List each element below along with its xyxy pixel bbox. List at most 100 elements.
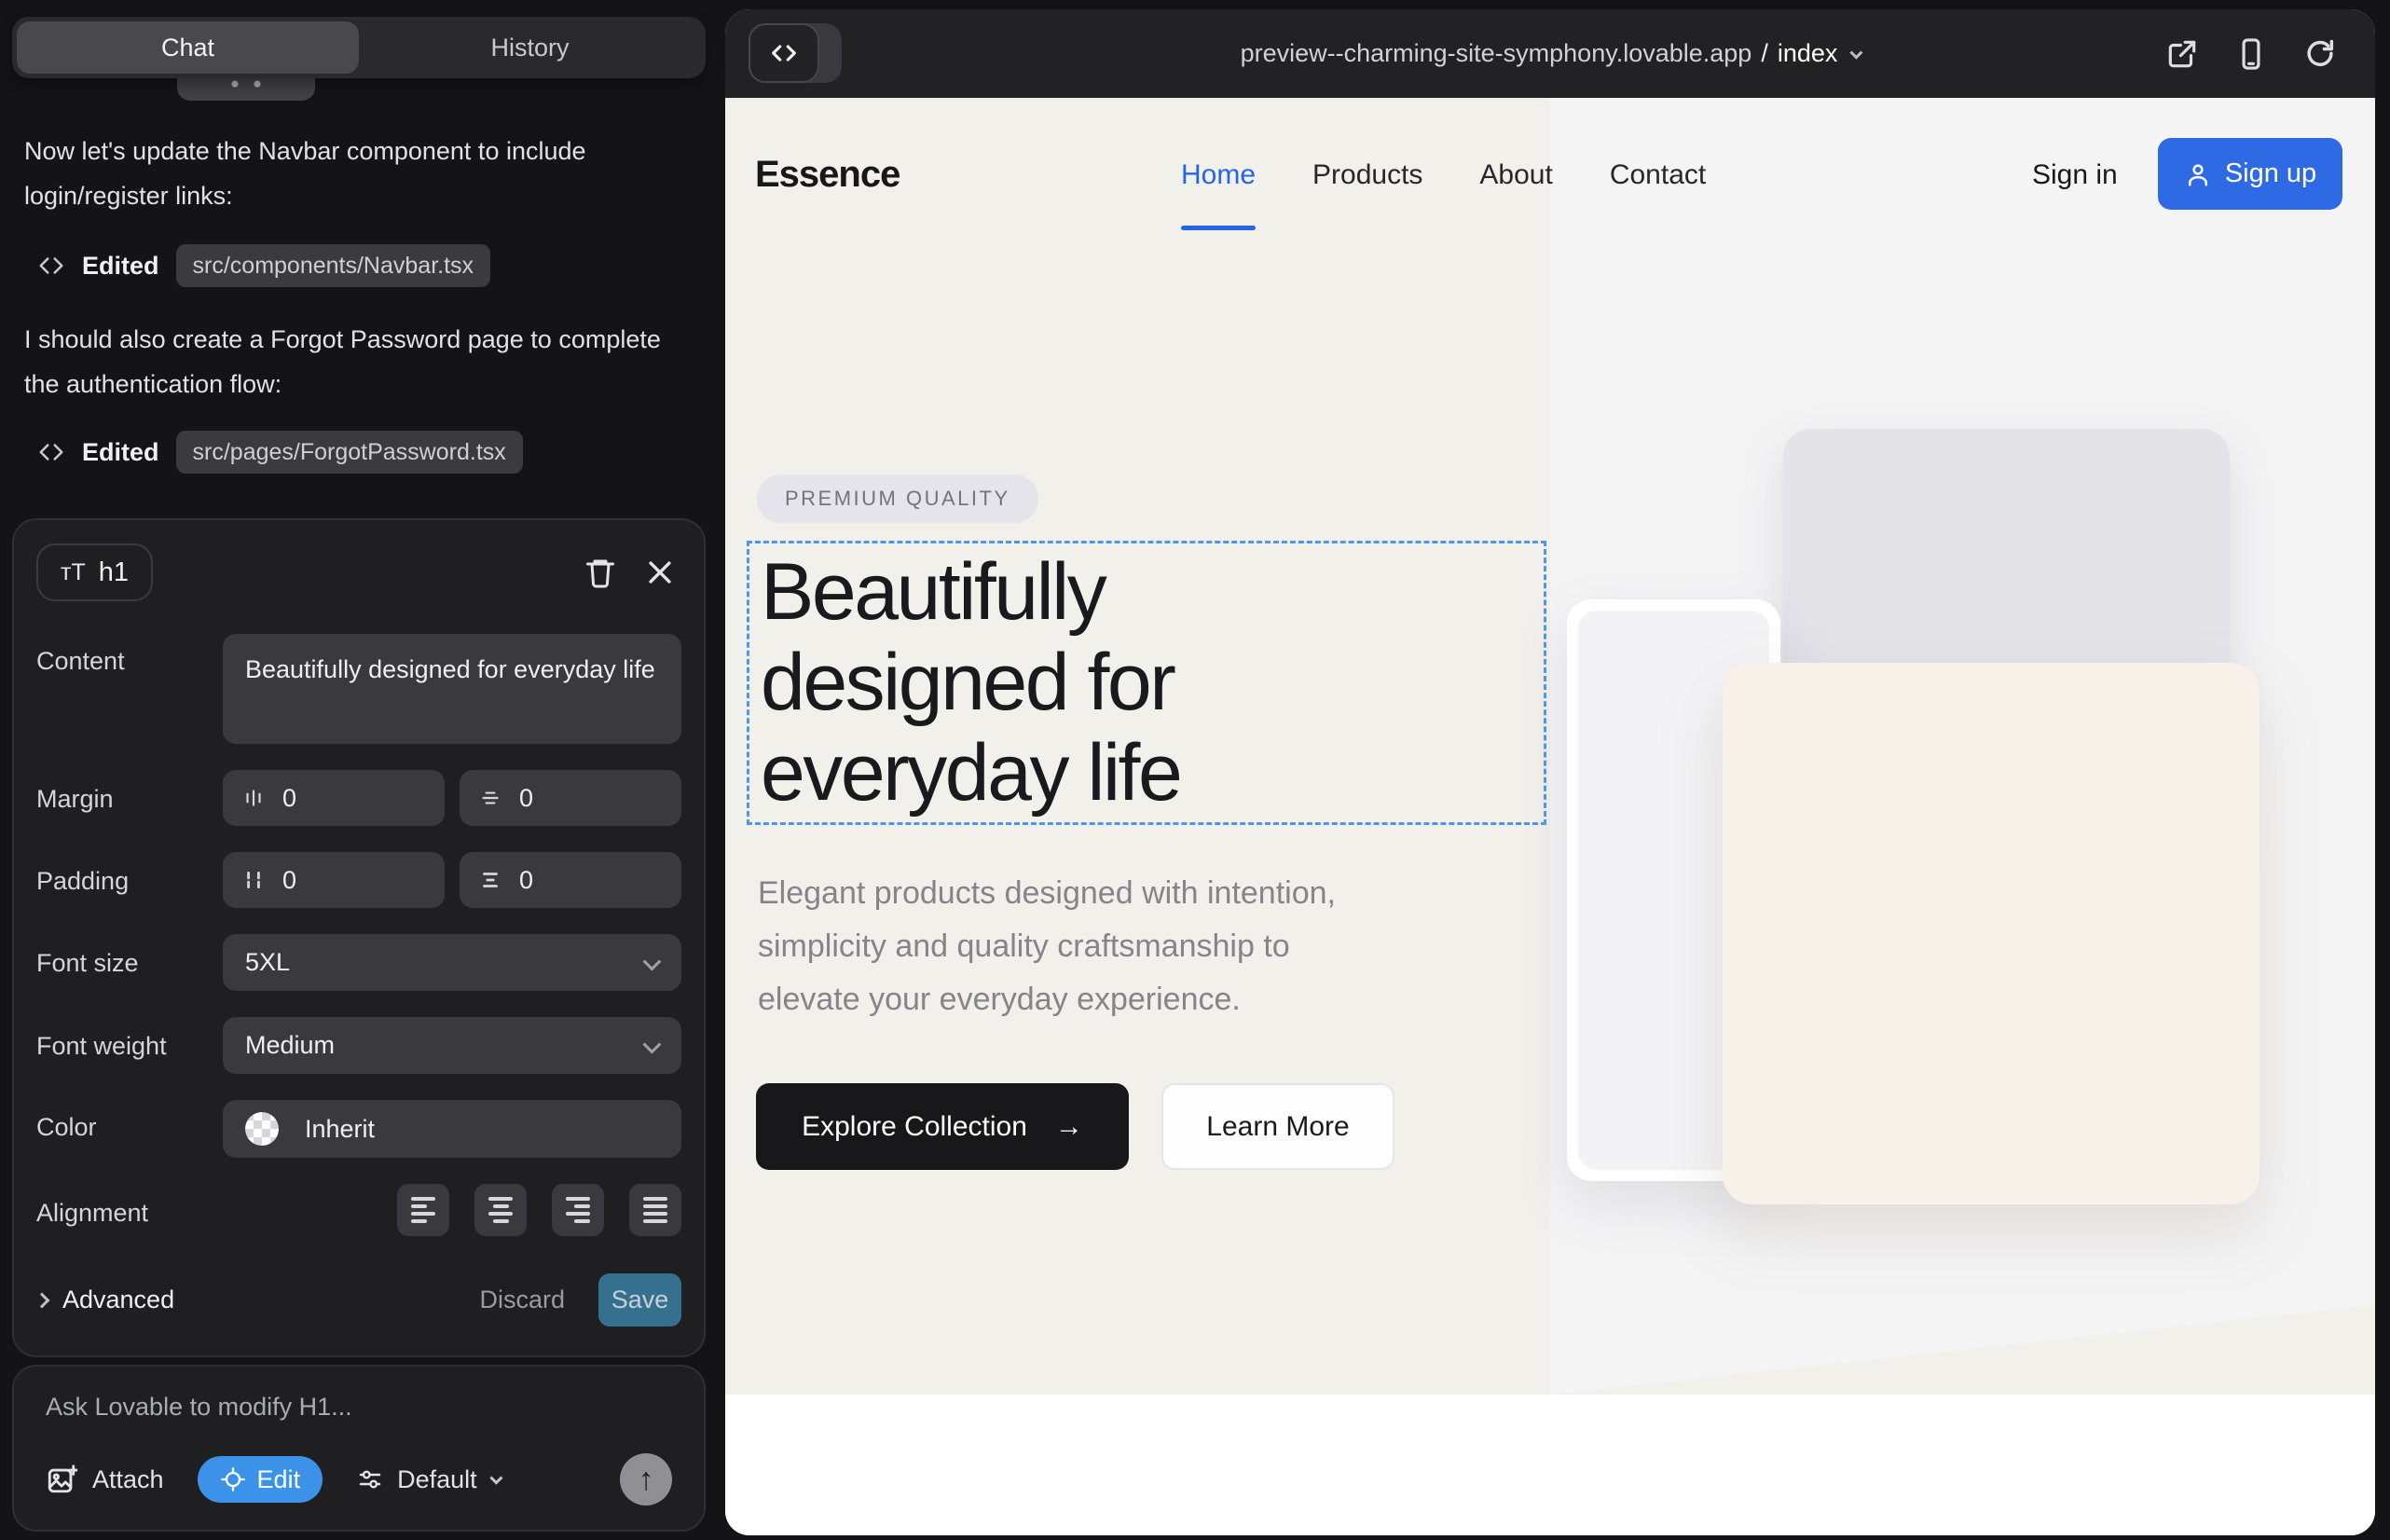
align-justify-icon: [643, 1197, 667, 1223]
close-icon: [644, 557, 676, 588]
site-logo[interactable]: Essence: [755, 154, 900, 196]
color-label: Color: [36, 1100, 223, 1158]
chat-panel: Chat History Now let's update the Navbar…: [0, 0, 725, 1540]
edited-file-row[interactable]: Edited src/pages/ForgotPassword.tsx: [37, 431, 523, 474]
content-textarea[interactable]: Beautifully designed for everyday life: [223, 634, 681, 744]
nav-link-home[interactable]: Home: [1181, 159, 1256, 191]
url-page: index: [1778, 39, 1838, 68]
delete-element-button[interactable]: [579, 551, 622, 594]
chevron-down-icon: [643, 952, 662, 970]
edited-file-row[interactable]: Edited src/components/Navbar.tsx: [37, 244, 490, 287]
align-right-icon: [566, 1197, 590, 1223]
font-weight-select[interactable]: Medium: [223, 1017, 681, 1074]
nav-link-about[interactable]: About: [1479, 159, 1552, 191]
decorative-card-cream: [1723, 663, 2260, 1204]
sliders-icon: [356, 1465, 384, 1493]
hero-description: Elegant products designed with intention…: [758, 867, 1336, 1026]
transparent-swatch-icon: [245, 1112, 279, 1146]
chat-message: I should also create a Forgot Password p…: [24, 317, 697, 406]
arrow-right-icon: →: [1055, 1111, 1083, 1143]
alignment-label: Alignment: [36, 1184, 223, 1236]
advanced-toggle[interactable]: Advanced: [36, 1286, 174, 1314]
sign-in-link[interactable]: Sign in: [2032, 159, 2118, 191]
target-icon: [220, 1466, 246, 1492]
tab-chat[interactable]: Chat: [17, 21, 359, 74]
premium-badge: PREMIUM QUALITY: [757, 474, 1038, 523]
edited-label: Edited: [82, 438, 159, 467]
font-size-label: Font size: [36, 934, 223, 991]
arrow-up-icon: ↑: [639, 1462, 654, 1498]
chevron-right-icon: [34, 1292, 50, 1308]
open-external-button[interactable]: [2164, 36, 2200, 72]
align-left-icon: [411, 1197, 435, 1223]
h1-selection-outline[interactable]: Beautifully designed for everyday life: [747, 541, 1546, 825]
url-domain: preview--charming-site-symphony.lovable.…: [1241, 39, 1752, 68]
nav-link-products[interactable]: Products: [1312, 159, 1422, 191]
clipped-chip: [177, 78, 315, 101]
prompt-composer: Attach Edit Default ↑: [12, 1365, 706, 1532]
hero-section: Essence Home Products About Contact Sign…: [725, 98, 2375, 1395]
learn-more-button[interactable]: Learn More: [1161, 1083, 1394, 1170]
code-icon: [37, 252, 65, 280]
nav-link-contact[interactable]: Contact: [1610, 159, 1706, 191]
sign-up-button[interactable]: Sign up: [2158, 138, 2342, 210]
discard-button[interactable]: Discard: [479, 1286, 565, 1314]
save-button[interactable]: Save: [598, 1273, 681, 1327]
site-navbar: Essence Home Products About Contact Sign…: [725, 98, 2375, 252]
file-chip[interactable]: src/components/Navbar.tsx: [176, 244, 491, 287]
hero-heading[interactable]: Beautifully designed for everyday life: [761, 547, 1180, 818]
padding-horizontal-icon: [241, 868, 266, 892]
chat-history-tabbar: Chat History: [12, 17, 706, 78]
prompt-input[interactable]: [46, 1393, 672, 1422]
tab-history[interactable]: History: [359, 21, 701, 74]
align-center-icon: [488, 1197, 513, 1223]
user-icon: [2184, 160, 2212, 188]
align-justify-button[interactable]: [629, 1184, 681, 1236]
refresh-button[interactable]: [2302, 36, 2338, 72]
send-button[interactable]: ↑: [620, 1453, 672, 1506]
mobile-view-button[interactable]: [2233, 36, 2269, 72]
margin-horizontal-icon: [241, 786, 266, 810]
code-view-segment[interactable]: [749, 23, 819, 83]
image-plus-icon: [46, 1464, 77, 1495]
diagonal-divider: [1550, 1305, 2375, 1395]
url-bar[interactable]: preview--charming-site-symphony.lovable.…: [1241, 39, 1861, 68]
align-center-button[interactable]: [474, 1184, 527, 1236]
align-left-button[interactable]: [397, 1184, 449, 1236]
padding-label: Padding: [36, 852, 223, 908]
font-weight-label: Font weight: [36, 1017, 223, 1074]
selected-element-pill: тT h1: [36, 543, 153, 601]
margin-x-input[interactable]: 0: [223, 770, 445, 826]
site-preview: Essence Home Products About Contact Sign…: [725, 98, 2375, 1535]
url-separator: /: [1761, 39, 1768, 68]
padding-x-input[interactable]: 0: [223, 852, 445, 908]
close-editor-button[interactable]: [639, 551, 681, 594]
font-size-select[interactable]: 5XL: [223, 934, 681, 991]
margin-y-input[interactable]: 0: [460, 770, 681, 826]
chevron-down-icon: [489, 1472, 502, 1485]
type-icon: тT: [61, 559, 86, 586]
margin-label: Margin: [36, 770, 223, 826]
edited-label: Edited: [82, 252, 159, 281]
browser-topbar: preview--charming-site-symphony.lovable.…: [725, 9, 2375, 98]
file-chip[interactable]: src/pages/ForgotPassword.tsx: [176, 431, 523, 474]
edit-mode-button[interactable]: Edit: [198, 1456, 323, 1503]
element-editor-panel: тT h1 Content Beautifully designed for e…: [12, 518, 706, 1357]
chat-message: Now let's update the Navbar component to…: [24, 129, 697, 218]
code-icon: [37, 438, 65, 466]
element-tag-label: h1: [99, 557, 129, 588]
preview-browser: preview--charming-site-symphony.lovable.…: [725, 9, 2375, 1535]
trash-icon: [584, 556, 617, 589]
margin-vertical-icon: [478, 786, 502, 810]
padding-y-input[interactable]: 0: [460, 852, 681, 908]
align-right-button[interactable]: [552, 1184, 604, 1236]
content-label: Content: [36, 634, 223, 744]
explore-collection-button[interactable]: Explore Collection →: [756, 1083, 1129, 1170]
chevron-down-icon: [1850, 46, 1863, 59]
code-preview-toggle[interactable]: [749, 23, 842, 83]
padding-vertical-icon: [478, 868, 502, 892]
model-selector[interactable]: Default: [356, 1465, 500, 1494]
color-select[interactable]: Inherit: [223, 1100, 681, 1158]
chevron-down-icon: [643, 1035, 662, 1053]
attach-button[interactable]: Attach: [46, 1464, 164, 1495]
